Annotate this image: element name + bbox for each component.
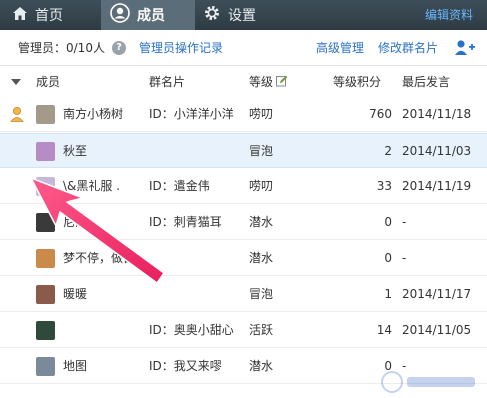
help-icon[interactable]: ? — [112, 41, 126, 55]
member-level: 唠叨 — [249, 179, 274, 193]
advanced-manage-link[interactable]: 高级管理 — [316, 30, 364, 66]
member-level: 潜水 — [249, 359, 274, 373]
member-name[interactable]: \&黑礼服 . — [63, 169, 145, 204]
member-name[interactable]: 秋至 — [63, 134, 145, 169]
table-row[interactable]: \&黑礼服 . ID：遣金伟 唠叨 33 2014/11/19 — [0, 169, 487, 204]
table-header: 成员 群名片 等级 等级积分 最后发言 — [0, 67, 487, 97]
level-score: 2 — [384, 144, 392, 158]
member-level: 潜水 — [249, 215, 274, 229]
header-group-card[interactable]: 群名片 — [149, 67, 185, 97]
level-score: 0 — [384, 215, 392, 229]
group-card: ID：遣金伟 — [149, 179, 210, 193]
header-level[interactable]: 等级 — [249, 67, 273, 97]
member-level: 唠叨 — [249, 107, 274, 121]
last-speak-date: 2014/11/19 — [402, 179, 472, 193]
avatar[interactable] — [36, 213, 55, 232]
sort-down-icon[interactable] — [11, 79, 21, 85]
table-row[interactable]: ID：奥奥小甜心 活跃 14 2014/11/05 — [0, 313, 487, 348]
edit-level-icon[interactable] — [276, 75, 288, 87]
tab-home[interactable]: 首页 — [6, 0, 101, 30]
level-score: 0 — [384, 251, 392, 265]
level-score: 760 — [369, 107, 392, 121]
table-row[interactable]: 南方小杨树 ID：小洋洋小洋 唠叨 760 2014/11/18 — [0, 97, 487, 132]
group-card — [149, 134, 247, 169]
admin-count: 管理员：0/10人 — [18, 41, 105, 55]
member-name[interactable]: 暖暖 — [63, 277, 145, 312]
tab-settings-label: 设置 — [228, 8, 256, 24]
member-level: 活跃 — [249, 323, 274, 337]
admin-log-link[interactable]: 管理员操作记录 — [139, 30, 223, 66]
group-card: ID：奥奥小甜心 — [149, 323, 234, 337]
edit-profile-link[interactable]: 编辑资料 — [425, 0, 473, 30]
tab-home-label: 首页 — [35, 8, 63, 24]
table-row[interactable]: 尼洛 ID：刺青猫耳 潜水 0- — [0, 205, 487, 240]
header-last-speak[interactable]: 最后发言 — [402, 67, 450, 97]
level-score: 1 — [384, 287, 392, 301]
avatar[interactable] — [36, 285, 55, 304]
last-speak-date: 2014/11/18 — [402, 107, 472, 121]
avatar[interactable] — [36, 357, 55, 376]
top-nav: 首页 成员 设置 编辑资料 — [0, 0, 487, 30]
tab-members-label: 成员 — [137, 8, 165, 24]
last-speak-date: 2014/11/05 — [402, 323, 472, 337]
table-row[interactable]: 秋至 冒泡 2 2014/11/03 — [0, 133, 487, 168]
header-level-score[interactable]: 等级积分 — [333, 67, 381, 97]
group-card — [149, 241, 247, 276]
member-level: 冒泡 — [249, 144, 274, 158]
group-card: ID：刺青猫耳 — [149, 215, 222, 229]
member-name[interactable] — [63, 313, 145, 348]
baidu-watermark-icon — [381, 371, 475, 393]
tab-settings[interactable]: 设置 — [195, 0, 295, 30]
avatar[interactable] — [36, 177, 55, 196]
user-icon — [110, 3, 130, 27]
member-name[interactable]: 南方小杨树 — [63, 97, 145, 132]
level-score: 33 — [376, 179, 392, 193]
avatar[interactable] — [36, 105, 55, 124]
level-score: 14 — [376, 323, 392, 337]
toolbar: 管理员：0/10人 ? 管理员操作记录 高级管理 修改群名片 — [0, 30, 487, 66]
last-speak-date: 2014/11/03 — [402, 144, 472, 158]
header-member[interactable]: 成员 — [36, 67, 60, 97]
avatar[interactable] — [36, 142, 55, 161]
table-row[interactable]: 暖暖 冒泡 1 2014/11/17 — [0, 277, 487, 312]
home-icon — [12, 6, 28, 25]
member-level: 冒泡 — [249, 287, 274, 301]
avatar[interactable] — [36, 249, 55, 268]
tab-members[interactable]: 成员 — [101, 0, 195, 30]
group-card: ID：我又来嘐 — [149, 359, 222, 373]
member-level: 潜水 — [249, 251, 274, 265]
last-speak-date: 2014/11/17 — [402, 287, 472, 301]
last-speak-date: - — [402, 251, 407, 265]
gear-icon — [203, 4, 221, 26]
avatar[interactable] — [36, 321, 55, 340]
table-row[interactable]: 梦不停，做目... 潜水 0- — [0, 241, 487, 276]
owner-person-icon — [10, 106, 24, 122]
member-name[interactable]: 尼洛 — [63, 205, 145, 240]
group-card — [149, 277, 247, 312]
last-speak-date: - — [402, 215, 407, 229]
member-name[interactable]: 梦不停，做目... — [63, 241, 145, 276]
edit-group-card-link[interactable]: 修改群名片 — [378, 30, 438, 66]
add-user-icon[interactable] — [454, 39, 476, 57]
member-name[interactable]: 地图 — [63, 349, 145, 384]
group-card: ID：小洋洋小洋 — [149, 107, 234, 121]
